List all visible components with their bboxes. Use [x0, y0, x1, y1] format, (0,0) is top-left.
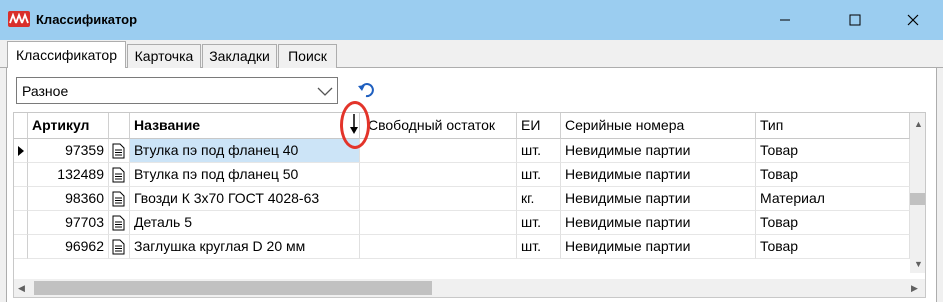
row-pointer[interactable] [14, 211, 28, 235]
tab-card[interactable]: Карточка [127, 44, 201, 68]
column-header-free-stock[interactable]: Свободный остаток [360, 113, 517, 139]
window-title: Классификатор [36, 12, 138, 27]
column-header-icon[interactable] [109, 113, 130, 139]
cell-unit[interactable]: шт. [517, 139, 561, 163]
row-doc-button[interactable] [109, 139, 130, 163]
document-icon [112, 215, 125, 231]
cell-type[interactable]: Товар [756, 139, 910, 163]
chevron-down-icon [317, 87, 333, 96]
cell-article[interactable]: 97703 [28, 211, 109, 235]
minimize-button[interactable] [762, 0, 808, 40]
cell-serial-numbers[interactable]: Невидимые партии [561, 163, 756, 187]
row-pointer[interactable] [14, 235, 28, 259]
row-doc-button[interactable] [109, 235, 130, 259]
tab-bookmarks[interactable]: Закладки [202, 44, 277, 68]
cell-type[interactable]: Материал [756, 187, 910, 211]
scroll-left-icon[interactable]: ◀ [18, 283, 25, 293]
cell-type[interactable]: Товар [756, 235, 910, 259]
cell-article[interactable]: 98360 [28, 187, 109, 211]
cell-free-stock[interactable] [360, 139, 517, 163]
tab-classifier[interactable]: Классификатор [7, 41, 126, 69]
category-select-value: Разное [22, 83, 69, 99]
document-icon [112, 191, 125, 207]
tab-search[interactable]: Поиск [278, 44, 337, 68]
cell-serial-numbers[interactable]: Невидимые партии [561, 211, 756, 235]
close-icon [907, 14, 919, 26]
cell-unit[interactable]: шт. [517, 211, 561, 235]
row-pointer-icon [18, 146, 24, 156]
category-select[interactable]: Разное [16, 77, 338, 104]
title-bar: Классификатор [0, 0, 943, 40]
horizontal-scroll-thumb[interactable] [34, 281, 432, 295]
scroll-up-icon[interactable]: ▲ [914, 119, 923, 129]
cell-free-stock[interactable] [360, 235, 517, 259]
row-pointer[interactable] [14, 163, 28, 187]
column-header-type[interactable]: Тип [756, 113, 910, 139]
cell-unit[interactable]: шт. [517, 163, 561, 187]
document-icon [112, 143, 125, 159]
horizontal-scrollbar[interactable]: ◀ ▶ [14, 279, 925, 297]
cell-name[interactable]: Втулка пэ под фланец 50 [130, 163, 360, 187]
items-table: Артикул Название Свободный остаток ЕИ Се… [13, 112, 926, 298]
minimize-icon [780, 19, 790, 21]
cell-article[interactable]: 96962 [28, 235, 109, 259]
tab-strip: Классификатор Карточка Закладки Поиск [0, 40, 943, 69]
undo-refresh-icon[interactable] [357, 81, 377, 99]
row-doc-button[interactable] [109, 211, 130, 235]
row-pointer[interactable] [14, 139, 28, 163]
document-icon [112, 167, 125, 183]
scroll-right-icon[interactable]: ▶ [911, 283, 918, 293]
cell-free-stock[interactable] [360, 163, 517, 187]
cell-name[interactable]: Гвозди К 3х70 ГОСТ 4028-63 [130, 187, 360, 211]
column-header-article[interactable]: Артикул [28, 113, 109, 139]
row-doc-button[interactable] [109, 187, 130, 211]
cell-unit[interactable]: кг. [517, 187, 561, 211]
highlight-circle [340, 101, 370, 149]
close-button[interactable] [890, 0, 936, 40]
cell-serial-numbers[interactable]: Невидимые партии [561, 139, 756, 163]
document-icon [112, 239, 125, 255]
vertical-scrollbar[interactable]: ▲ ▼ [910, 113, 925, 273]
cell-article[interactable]: 97359 [28, 139, 109, 163]
cell-name[interactable]: Втулка пэ под фланец 40 [130, 139, 360, 163]
cell-free-stock[interactable] [360, 211, 517, 235]
cell-type[interactable]: Товар [756, 163, 910, 187]
column-header-serial-numbers[interactable]: Серийные номера [561, 113, 756, 139]
cell-free-stock[interactable] [360, 187, 517, 211]
column-header-unit[interactable]: ЕИ [517, 113, 561, 139]
vertical-scroll-thumb[interactable] [910, 193, 925, 205]
cell-type[interactable]: Товар [756, 211, 910, 235]
maximize-icon [849, 14, 861, 26]
cell-name[interactable]: Заглушка круглая D 20 мм [130, 235, 360, 259]
cell-serial-numbers[interactable]: Невидимые партии [561, 235, 756, 259]
maximize-button[interactable] [832, 0, 878, 40]
row-pointer[interactable] [14, 187, 28, 211]
cell-name[interactable]: Деталь 5 [130, 211, 360, 235]
column-header-name[interactable]: Название [130, 113, 360, 139]
cell-unit[interactable]: шт. [517, 235, 561, 259]
scroll-down-icon[interactable]: ▼ [914, 259, 923, 269]
cell-serial-numbers[interactable]: Невидимые партии [561, 187, 756, 211]
app-logo-icon [8, 11, 30, 27]
row-indicator-header [14, 113, 28, 139]
row-doc-button[interactable] [109, 163, 130, 187]
cell-article[interactable]: 132489 [28, 163, 109, 187]
